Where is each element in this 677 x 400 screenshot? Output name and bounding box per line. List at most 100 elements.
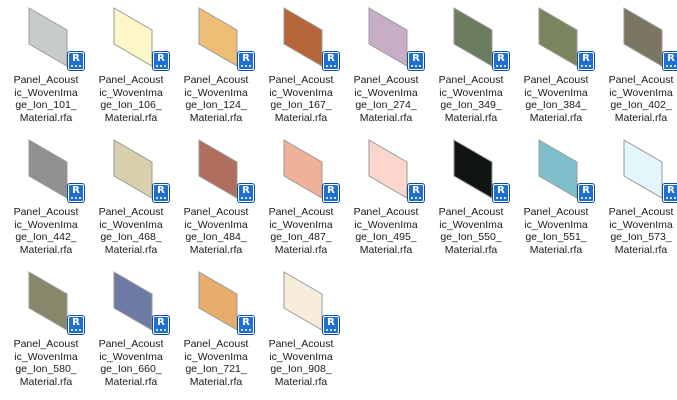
file-name-line: ge_Ion_551_	[525, 231, 587, 243]
file-item[interactable]: R Panel_Acoust ic_WovenIma ge_Ion_495_ M…	[344, 136, 428, 268]
badge-letter: R	[327, 317, 335, 328]
file-item[interactable]: R Panel_Acoust ic_WovenIma ge_Ion_580_ M…	[4, 268, 88, 400]
file-item[interactable]: R Panel_Acoust ic_WovenIma ge_Ion_908_ M…	[259, 268, 343, 400]
file-item[interactable]: R Panel_Acoust ic_WovenIma ge_Ion_487_ M…	[259, 136, 343, 268]
file-item[interactable]: R Panel_Acoust ic_WovenIma ge_Ion_101_ M…	[4, 4, 88, 136]
file-thumbnail: R	[281, 270, 339, 336]
file-name-line: Material.rfa	[19, 243, 73, 256]
revit-badge-icon: R	[663, 184, 677, 202]
file-name-line: Material.rfa	[104, 375, 158, 388]
revit-badge-icon: R	[493, 52, 509, 70]
file-item[interactable]: R Panel_Acoust ic_WovenIma ge_Ion_468_ M…	[89, 136, 173, 268]
file-name-line: ic_WovenIma	[269, 86, 333, 99]
file-grid: R Panel_Acoust ic_WovenIma ge_Ion_101_ M…	[4, 4, 677, 400]
revit-badge-icon: R	[663, 52, 677, 70]
badge-letter: R	[412, 53, 420, 64]
revit-badge-icon: R	[578, 52, 594, 70]
badge-letter: R	[582, 53, 590, 64]
file-name: Panel_Acoust ic_WovenIma ge_Ion_442_ Mat…	[4, 206, 88, 256]
file-item[interactable]: R Panel_Acoust ic_WovenIma ge_Ion_274_ M…	[344, 4, 428, 136]
revit-badge-icon: R	[238, 184, 254, 202]
badge-letter: R	[157, 317, 165, 328]
file-item[interactable]: R Panel_Acoust ic_WovenIma ge_Ion_551_ M…	[514, 136, 598, 268]
file-name-line: Panel_Acoust	[98, 338, 164, 350]
file-thumbnail: R	[621, 138, 677, 204]
file-item[interactable]: R Panel_Acoust ic_WovenIma ge_Ion_484_ M…	[174, 136, 258, 268]
badge-letter: R	[497, 185, 505, 196]
file-name-line: Panel_Acoust	[438, 74, 504, 86]
file-item[interactable]: R Panel_Acoust ic_WovenIma ge_Ion_106_ M…	[89, 4, 173, 136]
file-name-line: Panel_Acoust	[608, 206, 674, 218]
file-name-line: ge_Ion_124_	[185, 99, 247, 111]
revit-badge-icon: R	[323, 52, 339, 70]
file-item[interactable]: R Panel_Acoust ic_WovenIma ge_Ion_384_ M…	[514, 4, 598, 136]
file-name-line: ic_WovenIma	[269, 350, 333, 363]
material-panel-icon	[113, 271, 153, 331]
file-item[interactable]: R Panel_Acoust ic_WovenIma ge_Ion_349_ M…	[429, 4, 513, 136]
badge-letter: R	[327, 53, 335, 64]
material-panel-icon	[283, 271, 323, 331]
file-name-line: Material.rfa	[104, 243, 158, 256]
file-name-line: ge_Ion_580_	[15, 363, 77, 375]
file-name-line: Panel_Acoust	[523, 74, 589, 86]
file-name-line: ge_Ion_402_	[610, 99, 672, 111]
file-name-line: ic_WovenIma	[524, 218, 588, 231]
badge-letter: R	[72, 53, 80, 64]
file-name-line: ge_Ion_484_	[185, 231, 247, 243]
file-name-line: Panel_Acoust	[183, 74, 249, 86]
badge-letter: R	[497, 53, 505, 64]
file-thumbnail: R	[111, 6, 169, 72]
material-panel-icon	[198, 271, 238, 331]
file-name: Panel_Acoust ic_WovenIma ge_Ion_106_ Mat…	[89, 74, 173, 124]
file-name-line: ge_Ion_442_	[15, 231, 77, 243]
file-name-line: Panel_Acoust	[268, 74, 334, 86]
file-item[interactable]: R Panel_Acoust ic_WovenIma ge_Ion_442_ M…	[4, 136, 88, 268]
file-thumbnail: R	[536, 6, 594, 72]
material-panel-icon	[453, 139, 493, 199]
file-name: Panel_Acoust ic_WovenIma ge_Ion_573_ Mat…	[599, 206, 677, 256]
file-name-line: ge_Ion_106_	[100, 99, 162, 111]
file-item[interactable]: R Panel_Acoust ic_WovenIma ge_Ion_550_ M…	[429, 136, 513, 268]
file-name: Panel_Acoust ic_WovenIma ge_Ion_551_ Mat…	[514, 206, 598, 256]
file-name-line: Material.rfa	[614, 111, 668, 124]
file-item[interactable]: R Panel_Acoust ic_WovenIma ge_Ion_573_ M…	[599, 136, 677, 268]
file-name: Panel_Acoust ic_WovenIma ge_Ion_495_ Mat…	[344, 206, 428, 256]
file-name: Panel_Acoust ic_WovenIma ge_Ion_274_ Mat…	[344, 74, 428, 124]
file-name: Panel_Acoust ic_WovenIma ge_Ion_124_ Mat…	[174, 74, 258, 124]
file-name-line: Material.rfa	[359, 243, 413, 256]
file-name-line: ge_Ion_550_	[440, 231, 502, 243]
material-panel-icon	[538, 7, 578, 67]
file-name-line: ge_Ion_101_	[15, 99, 77, 111]
file-thumbnail: R	[26, 138, 84, 204]
revit-badge-icon: R	[493, 184, 509, 202]
file-name: Panel_Acoust ic_WovenIma ge_Ion_487_ Mat…	[259, 206, 343, 256]
badge-letter: R	[667, 185, 675, 196]
file-item[interactable]: R Panel_Acoust ic_WovenIma ge_Ion_167_ M…	[259, 4, 343, 136]
revit-badge-icon: R	[408, 184, 424, 202]
file-name: Panel_Acoust ic_WovenIma ge_Ion_101_ Mat…	[4, 74, 88, 124]
file-name: Panel_Acoust ic_WovenIma ge_Ion_550_ Mat…	[429, 206, 513, 256]
file-name: Panel_Acoust ic_WovenIma ge_Ion_580_ Mat…	[4, 338, 88, 388]
file-item[interactable]: R Panel_Acoust ic_WovenIma ge_Ion_660_ M…	[89, 268, 173, 400]
file-name: Panel_Acoust ic_WovenIma ge_Ion_908_ Mat…	[259, 338, 343, 388]
file-thumbnail: R	[111, 270, 169, 336]
file-name-line: Material.rfa	[189, 111, 243, 124]
file-name-line: Material.rfa	[359, 111, 413, 124]
file-name-line: ic_WovenIma	[439, 86, 503, 99]
file-thumbnail: R	[26, 270, 84, 336]
file-item[interactable]: R Panel_Acoust ic_WovenIma ge_Ion_124_ M…	[174, 4, 258, 136]
file-name-line: ic_WovenIma	[14, 86, 78, 99]
file-name-line: ic_WovenIma	[14, 350, 78, 363]
file-name-line: ic_WovenIma	[184, 350, 248, 363]
revit-badge-icon: R	[323, 316, 339, 334]
file-name-line: ge_Ion_468_	[100, 231, 162, 243]
file-thumbnail: R	[451, 138, 509, 204]
file-name: Panel_Acoust ic_WovenIma ge_Ion_349_ Mat…	[429, 74, 513, 124]
file-name-line: ic_WovenIma	[184, 218, 248, 231]
file-name-line: Material.rfa	[19, 111, 73, 124]
material-panel-icon	[538, 139, 578, 199]
file-item[interactable]: R Panel_Acoust ic_WovenIma ge_Ion_721_ M…	[174, 268, 258, 400]
material-panel-icon	[623, 7, 663, 67]
file-item[interactable]: R Panel_Acoust ic_WovenIma ge_Ion_402_ M…	[599, 4, 677, 136]
file-name-line: Material.rfa	[189, 375, 243, 388]
